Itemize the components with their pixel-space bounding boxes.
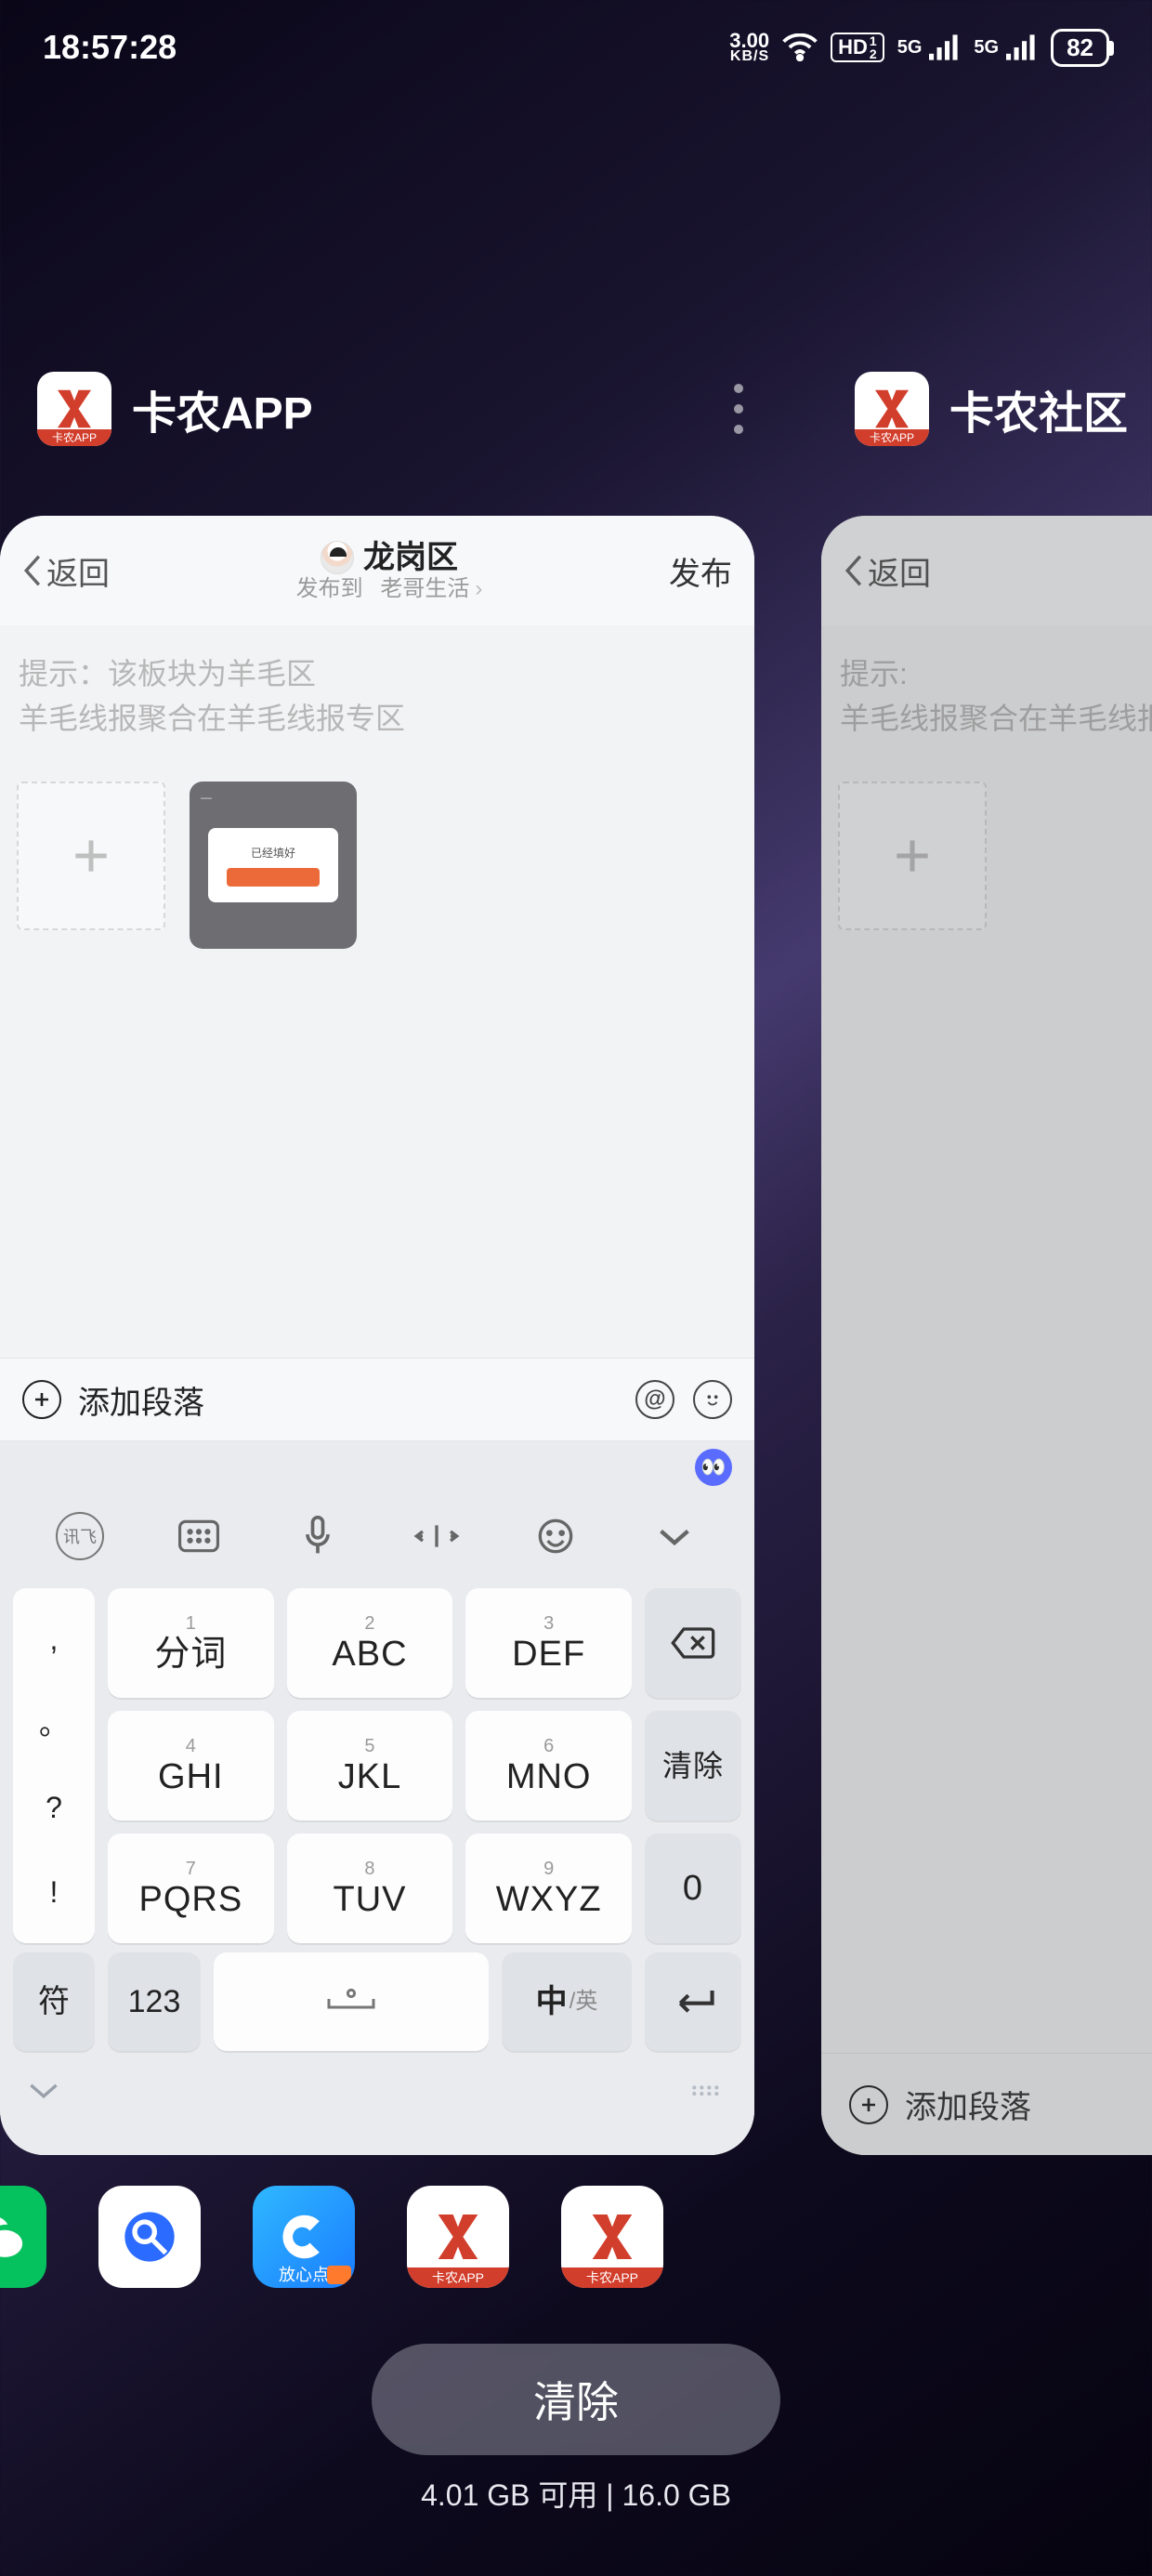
net-5g-2: 5G xyxy=(974,37,999,59)
dock-wechat[interactable] xyxy=(0,2186,46,2288)
lang-key[interactable]: 中/英 xyxy=(502,1952,632,2051)
key-0[interactable]: 0 xyxy=(645,1833,741,1943)
add-paragraph-label[interactable]: 添加段落 xyxy=(78,1377,204,1423)
signal-icon-2 xyxy=(1006,34,1038,60)
mention-button[interactable]: @ xyxy=(635,1380,674,1419)
backspace-key[interactable] xyxy=(645,1588,741,1698)
editor-toolbar-b: 添加段落 xyxy=(821,2053,1152,2155)
post-topbar: 返回 龙岗区 发布到 老哥生活› 发布 xyxy=(0,516,754,625)
collapse-keyboard-chevron-icon[interactable] xyxy=(28,2080,59,2100)
hd-badge: HD12 xyxy=(831,33,884,62)
numeric-key[interactable]: 123 xyxy=(108,1952,201,2051)
dock: 放心点 卡农APP 卡农APP xyxy=(0,2186,663,2288)
key-2[interactable]: 2ABC xyxy=(287,1588,453,1698)
keyboard: 👀 讯飞 , 。 ? ! 1分词 2ABC 3DEF 4GHI 5JKL 6MN… xyxy=(0,1441,754,2155)
add-image-button[interactable] xyxy=(17,782,165,930)
cursor-move-icon[interactable] xyxy=(412,1512,461,1560)
collapse-keyboard-icon[interactable] xyxy=(650,1512,699,1560)
key-7[interactable]: 7PQRS xyxy=(108,1833,274,1943)
status-bar: 18:57:28 3.00KB/S HD12 5G 5G 82 xyxy=(0,15,1152,80)
dock-kanong-1[interactable]: 卡农APP xyxy=(407,2186,509,2288)
key-5[interactable]: 5JKL xyxy=(287,1711,453,1820)
add-image-button-b[interactable] xyxy=(838,782,987,930)
app-icon-a: 卡农APP xyxy=(37,372,111,446)
editor-toolbar: 添加段落 @ xyxy=(0,1358,754,1441)
status-right: 3.00KB/S HD12 5G 5G 82 xyxy=(729,29,1109,67)
avatar-icon xyxy=(321,541,354,574)
clock: 18:57:28 xyxy=(43,28,177,67)
key-9[interactable]: 9WXYZ xyxy=(465,1833,632,1943)
app-icon-b: 卡农APP xyxy=(855,372,929,446)
ime-logo-icon[interactable]: 讯飞 xyxy=(56,1512,104,1560)
chevron-right-icon: › xyxy=(475,576,482,602)
signal-icon-1 xyxy=(929,34,961,60)
publish-button[interactable]: 发布 xyxy=(669,548,732,594)
post-topbar-b: 返回 龙岗区 发布到 老哥生活› xyxy=(821,516,1152,625)
symbol-key[interactable]: 符 xyxy=(13,1952,95,2051)
key-3[interactable]: 3DEF xyxy=(465,1588,632,1698)
clear-all-button[interactable]: 清除 xyxy=(372,2344,780,2455)
emoji-keyboard-icon[interactable] xyxy=(531,1512,580,1560)
app-title-b: 卡农社区 xyxy=(949,376,1128,441)
attached-screenshot[interactable]: — 已经填好 xyxy=(190,782,357,949)
wifi-icon xyxy=(782,33,818,61)
task-header-a[interactable]: 卡农APP 卡农APP xyxy=(37,372,743,446)
key-1[interactable]: 1分词 xyxy=(108,1588,274,1698)
task-header-b[interactable]: 卡农APP 卡农社区 xyxy=(855,372,1152,446)
hint-text-a: 提示：该板块为羊毛区 羊毛线报聚合在羊毛线报专区 xyxy=(0,625,754,741)
voice-input-icon[interactable] xyxy=(294,1512,342,1560)
task-menu-icon[interactable] xyxy=(734,384,743,434)
add-paragraph-icon[interactable] xyxy=(22,1380,61,1419)
space-key[interactable] xyxy=(214,1952,489,2051)
key-8[interactable]: 8TUV xyxy=(287,1833,453,1943)
key-4[interactable]: 4GHI xyxy=(108,1711,274,1820)
enter-key[interactable] xyxy=(645,1952,741,2051)
hint-text-b: 提示: 羊毛线报聚合在羊毛线报专区 xyxy=(821,625,1152,741)
key-6[interactable]: 6MNO xyxy=(465,1711,632,1820)
keyboard-switch-icon[interactable] xyxy=(175,1512,223,1560)
location-label: 龙岗区 xyxy=(363,540,458,576)
net-5g-1: 5G xyxy=(897,37,923,59)
dock-search[interactable] xyxy=(98,2186,201,2288)
ime-assistant-icon[interactable]: 👀 xyxy=(695,1449,732,1486)
add-paragraph-icon-b[interactable] xyxy=(849,2085,888,2124)
dock-eleme[interactable]: 放心点 xyxy=(253,2186,355,2288)
punct-column[interactable]: , 。 ? ! xyxy=(13,1588,95,1943)
back-button-b[interactable]: 返回 xyxy=(844,548,931,594)
battery-badge: 82 xyxy=(1051,29,1109,67)
post-destination[interactable]: 龙岗区 发布到 老哥生活› xyxy=(296,540,483,602)
add-paragraph-label-b[interactable]: 添加段落 xyxy=(905,2082,1031,2127)
clear-key[interactable]: 清除 xyxy=(645,1711,741,1820)
keyboard-handle-icon[interactable] xyxy=(689,2082,727,2098)
memory-status: 4.01 GB 可用 | 16.0 GB xyxy=(421,2472,731,2515)
emoji-button[interactable] xyxy=(693,1380,732,1419)
back-button[interactable]: 返回 xyxy=(22,548,110,594)
dock-kanong-2[interactable]: 卡农APP xyxy=(561,2186,663,2288)
net-speed: 3.00KB/S xyxy=(729,32,769,63)
task-card-a[interactable]: 返回 龙岗区 发布到 老哥生活› 发布 提示：该板块为羊毛区 羊毛线报聚合在羊毛… xyxy=(0,516,754,2155)
task-card-b[interactable]: 返回 龙岗区 发布到 老哥生活› 提示: 羊毛线报聚合在羊毛线报专区 添加段落 xyxy=(821,516,1152,2155)
app-title-a: 卡农APP xyxy=(132,376,313,441)
